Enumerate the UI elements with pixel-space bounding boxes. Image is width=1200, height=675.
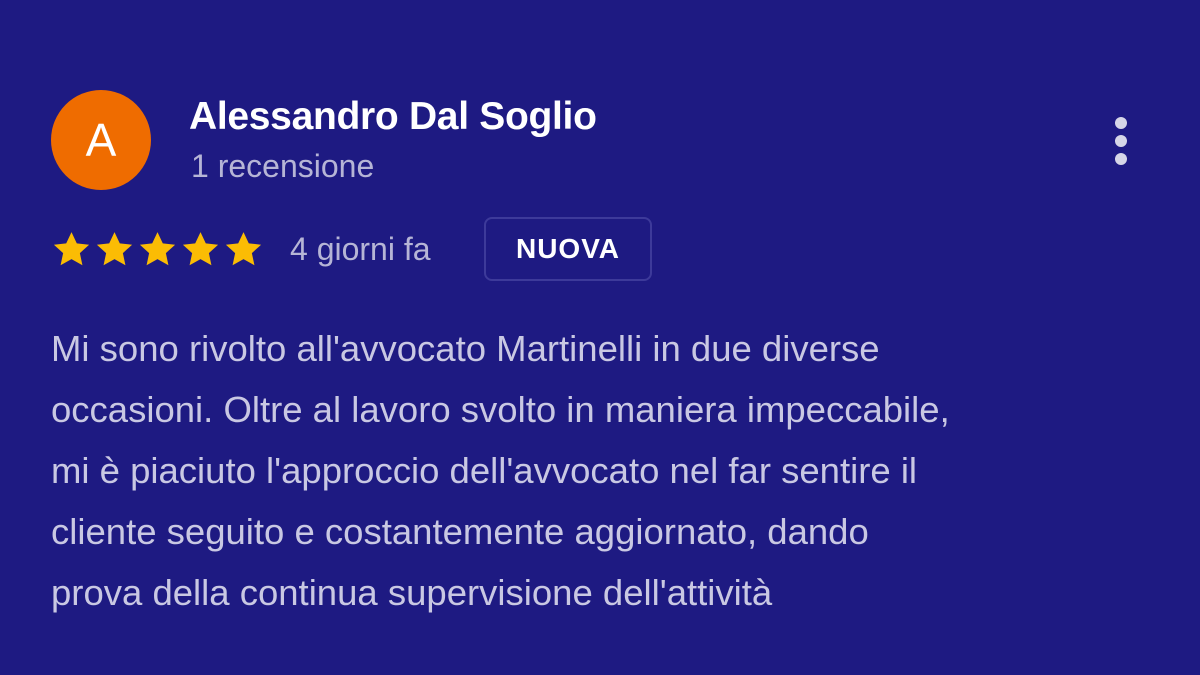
new-badge-label: NUOVA — [515, 233, 621, 264]
star-icon — [53, 232, 90, 266]
avatar-initial: A — [85, 114, 117, 166]
review-text: Mi sono rivolto all'avvocato Martinelli … — [51, 318, 1161, 623]
avatar[interactable]: A — [51, 90, 151, 190]
more-vert-icon — [1115, 117, 1127, 129]
reviewer-name[interactable]: Alessandro Dal Soglio — [189, 95, 597, 139]
review-text-line: Mi sono rivolto all'avvocato Martinelli … — [51, 328, 880, 369]
review-text-line: cliente seguito e costantemente aggiorna… — [51, 511, 869, 552]
new-badge: NUOVA — [484, 217, 652, 281]
star-rating — [51, 229, 264, 271]
review-text-line: prova della continua supervisione dell'a… — [51, 572, 773, 613]
review-card: A Alessandro Dal Soglio 1 recensione 4 g… — [0, 0, 1200, 675]
star-icon — [182, 232, 219, 266]
star-icon — [225, 232, 262, 266]
more-options-button[interactable] — [1100, 110, 1142, 172]
review-date: 4 giorni fa — [290, 231, 431, 267]
review-text-line: mi è piaciuto l'approccio dell'avvocato … — [51, 450, 918, 491]
star-icon — [96, 232, 133, 266]
star-icon — [139, 232, 176, 266]
more-vert-icon-dot — [1115, 153, 1127, 165]
review-count: 1 recensione — [191, 148, 375, 184]
review-text-line: occasioni. Oltre al lavoro svolto in man… — [51, 389, 950, 430]
more-vert-icon-dot — [1115, 135, 1127, 147]
